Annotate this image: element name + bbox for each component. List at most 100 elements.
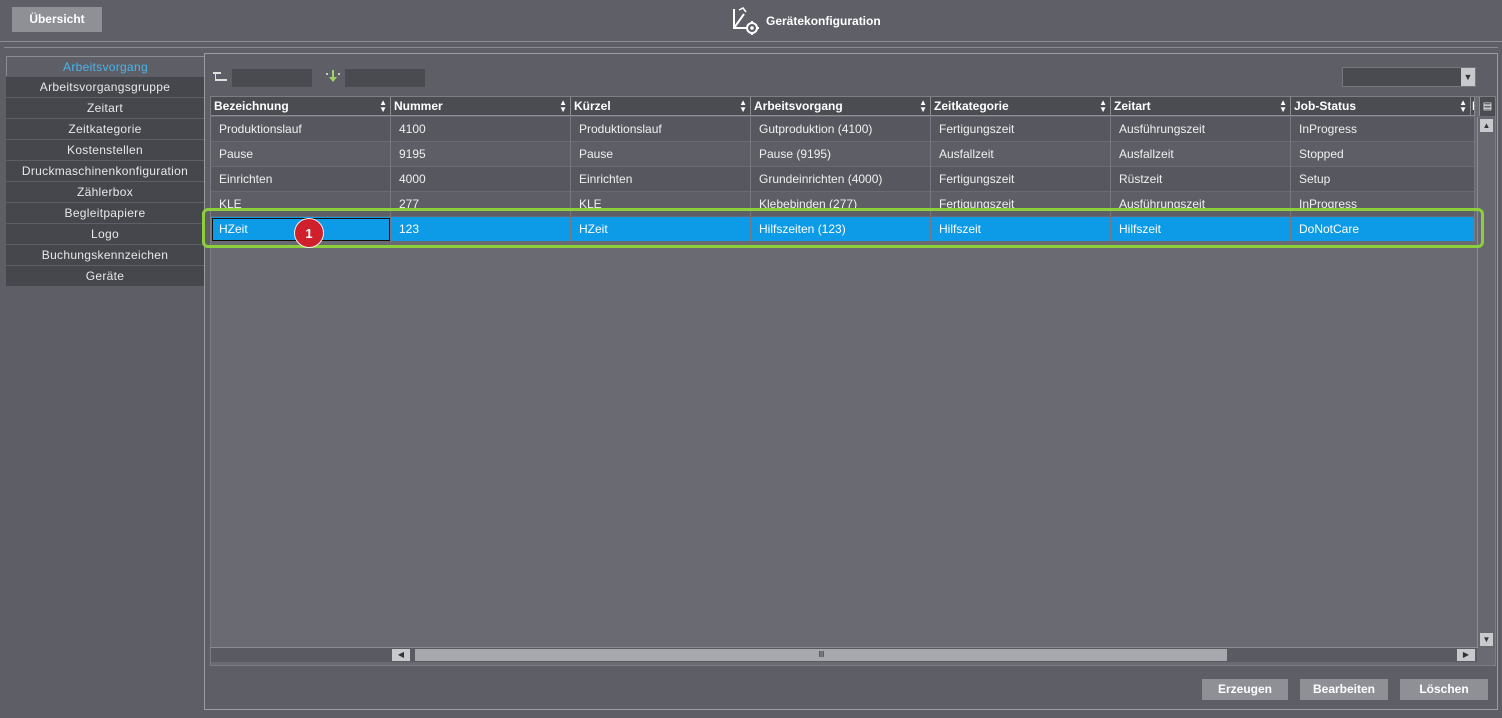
table-cell: KLE bbox=[571, 192, 751, 217]
table-cell: Ausführungszeit bbox=[1111, 192, 1291, 217]
column-label: Nummer bbox=[394, 99, 443, 113]
table-cell: Klebebinden (277) bbox=[751, 192, 931, 217]
table-cell: Ausführungszeit bbox=[1111, 117, 1291, 142]
table-cell: 123 bbox=[391, 217, 571, 242]
page-title: Gerätekonfiguration bbox=[766, 14, 881, 28]
edit-button[interactable]: Bearbeiten bbox=[1300, 679, 1388, 700]
table-cell: 277 bbox=[391, 192, 571, 217]
scroll-down-icon[interactable]: ▼ bbox=[1480, 633, 1493, 646]
sidebar-item-zeitkategorie[interactable]: Zeitkategorie bbox=[6, 119, 204, 139]
sidebar-item-arbeitsvorgang[interactable]: Arbeitsvorgang bbox=[6, 56, 204, 76]
scroll-right-icon[interactable]: ▶ bbox=[1457, 649, 1475, 661]
table-cell: 4000 bbox=[391, 167, 571, 192]
filter-dropdown[interactable]: ▼ bbox=[1342, 67, 1476, 87]
table-cell: 9195 bbox=[391, 142, 571, 167]
column-label: Zeitart bbox=[1114, 99, 1151, 113]
table-cell: Pause bbox=[211, 142, 391, 167]
column-header-arbeitsvorgang[interactable]: Arbeitsvorgang ▲ ▼ bbox=[751, 97, 931, 116]
table-cell: InProgress bbox=[1291, 192, 1475, 217]
scroll-thumb[interactable]: IIII bbox=[415, 649, 1227, 661]
table-row-selected[interactable]: HZeit 123 HZeit Hilfszeiten (123) Hilfsz… bbox=[211, 217, 1475, 242]
table-row[interactable]: KLE 277 KLE Klebebinden (277) Fertigungs… bbox=[211, 192, 1475, 217]
sort-icon: ▲ ▼ bbox=[559, 98, 567, 114]
column-label: Job-Status bbox=[1294, 99, 1357, 113]
overview-button[interactable]: Übersicht bbox=[12, 7, 102, 32]
table-cell: Stopped bbox=[1291, 142, 1475, 167]
table-row[interactable]: Einrichten 4000 Einrichten Grundeinricht… bbox=[211, 167, 1475, 192]
device-config-icon bbox=[733, 7, 759, 35]
table-cell: Ausfallzeit bbox=[1111, 142, 1291, 167]
scroll-up-icon[interactable]: ▲ bbox=[1480, 119, 1493, 132]
title-area: Gerätekonfiguration bbox=[730, 5, 881, 37]
sidebar-item-arbeitsvorgangsgruppe[interactable]: Arbeitsvorgangsgruppe bbox=[6, 77, 204, 97]
table-cell: Fertigungszeit bbox=[931, 117, 1111, 142]
table-cell: Hilfszeit bbox=[1111, 217, 1291, 242]
table-cell: Produktionslauf bbox=[571, 117, 751, 142]
sort-icon: ▲ ▼ bbox=[1459, 98, 1467, 114]
delete-button[interactable]: Löschen bbox=[1400, 679, 1488, 700]
table-cell: Hilfszeit bbox=[931, 217, 1111, 242]
column-label: Bezeichnung bbox=[214, 99, 289, 113]
sort-icon: ▲ ▼ bbox=[1099, 98, 1107, 114]
table-cell: Einrichten bbox=[571, 167, 751, 192]
table-cell: Pause bbox=[571, 142, 751, 167]
sidebar-item-zeitart[interactable]: Zeitart bbox=[6, 98, 204, 118]
sidebar-item-begleitpapiere[interactable]: Begleitpapiere bbox=[6, 203, 204, 223]
toolbar-field-2[interactable] bbox=[345, 69, 425, 87]
sort-icon: ▲ ▼ bbox=[739, 98, 747, 114]
sidebar-item-buchungskennzeichen[interactable]: Buchungskennzeichen bbox=[6, 245, 204, 265]
chevron-down-icon[interactable]: ▼ bbox=[1461, 68, 1475, 86]
top-bar: Übersicht Gerätekonfiguration bbox=[0, 0, 1502, 42]
column-header-job-status[interactable]: Job-Status ▲ ▼ bbox=[1291, 97, 1471, 116]
column-header-nummer[interactable]: Nummer ▲ ▼ bbox=[391, 97, 571, 116]
table-cell: Rüstzeit bbox=[1111, 167, 1291, 192]
scroll-left-icon[interactable]: ◀ bbox=[392, 649, 410, 661]
table-cell: InProgress bbox=[1291, 117, 1475, 142]
column-chooser-icon[interactable]: ▤ bbox=[1479, 97, 1495, 116]
data-table: Bezeichnung ▲ ▼ Nummer ▲ ▼ Kürzel ▲ ▼ Arbeitsv… bbox=[210, 96, 1496, 666]
table-cell: Ausfallzeit bbox=[931, 142, 1111, 167]
sort-icon: ▲ ▼ bbox=[379, 98, 387, 114]
sidebar-item-druckmaschinenkonfiguration[interactable]: Druckmaschinenkonfiguration bbox=[6, 161, 204, 181]
table-cell: 4100 bbox=[391, 117, 571, 142]
sort-down-icon[interactable] bbox=[325, 70, 341, 82]
vertical-scrollbar[interactable]: ▲ ▼ bbox=[1477, 117, 1495, 648]
sidebar-item-geraete[interactable]: Geräte bbox=[6, 266, 204, 286]
column-header-zeitkategorie[interactable]: Zeitkategorie ▲ ▼ bbox=[931, 97, 1111, 116]
sidebar-item-logo[interactable]: Logo bbox=[6, 224, 204, 244]
horizontal-scrollbar[interactable]: ◀ IIII ▶ bbox=[211, 647, 1477, 662]
column-header-kuerzel[interactable]: Kürzel ▲ ▼ bbox=[571, 97, 751, 116]
table-cell: Hilfszeiten (123) bbox=[751, 217, 931, 242]
table-cell: Fertigungszeit bbox=[931, 192, 1111, 217]
column-header-bezeichnung[interactable]: Bezeichnung ▲ ▼ bbox=[211, 97, 391, 116]
table-cell: Einrichten bbox=[211, 167, 391, 192]
table-cell: HZeit bbox=[571, 217, 751, 242]
sort-icon: ▲ ▼ bbox=[1279, 98, 1287, 114]
table-cell: DoNotCare bbox=[1291, 217, 1475, 242]
sort-icon: ▲ ▼ bbox=[919, 98, 927, 114]
tree-view-icon[interactable] bbox=[213, 71, 229, 83]
column-label: D bbox=[1472, 99, 1474, 113]
column-header-zeitart[interactable]: Zeitart ▲ ▼ bbox=[1111, 97, 1291, 116]
table-row[interactable]: Produktionslauf 4100 Produktionslauf Gut… bbox=[211, 117, 1475, 142]
table-cell: KLE bbox=[211, 192, 391, 217]
divider bbox=[4, 47, 1498, 48]
table-body: Produktionslauf 4100 Produktionslauf Gut… bbox=[211, 117, 1475, 242]
column-label: Zeitkategorie bbox=[934, 99, 1009, 113]
column-label: Arbeitsvorgang bbox=[754, 99, 843, 113]
step-badge: 1 bbox=[294, 218, 324, 248]
table-cell: Pause (9195) bbox=[751, 142, 931, 167]
table-cell: Produktionslauf bbox=[211, 117, 391, 142]
table-header: Bezeichnung ▲ ▼ Nummer ▲ ▼ Kürzel ▲ ▼ Arbeitsv… bbox=[211, 97, 1475, 116]
table-cell: Setup bbox=[1291, 167, 1475, 192]
sidebar: Arbeitsvorgang Arbeitsvorgangsgruppe Zei… bbox=[6, 56, 204, 287]
column-header-d[interactable]: D bbox=[1471, 97, 1475, 116]
main-panel: ▼ Bezeichnung ▲ ▼ Nummer ▲ ▼ Kürzel ▲ ▼ Arbeit… bbox=[204, 53, 1498, 710]
toolbar-field-1[interactable] bbox=[232, 69, 312, 87]
table-cell: Gutproduktion (4100) bbox=[751, 117, 931, 142]
table-cell: Grundeinrichten (4000) bbox=[751, 167, 931, 192]
sidebar-item-kostenstellen[interactable]: Kostenstellen bbox=[6, 140, 204, 160]
sidebar-item-zaehlerbox[interactable]: Zählerbox bbox=[6, 182, 204, 202]
create-button[interactable]: Erzeugen bbox=[1202, 679, 1288, 700]
table-row[interactable]: Pause 9195 Pause Pause (9195) Ausfallzei… bbox=[211, 142, 1475, 167]
